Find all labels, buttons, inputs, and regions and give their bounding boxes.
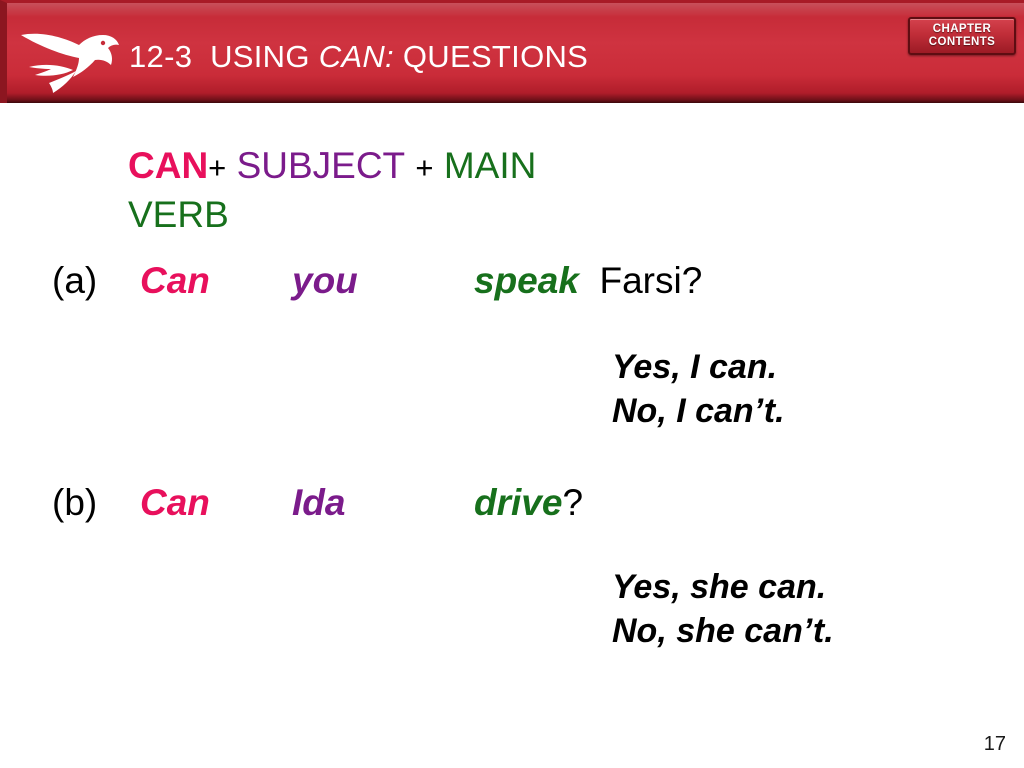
example-a-answer-yes: Yes, I can.: [612, 348, 778, 386]
page-title: 12-3 USING CAN: QUESTIONS: [129, 39, 588, 75]
formula-subject: SUBJECT: [236, 145, 406, 186]
page-number: 17: [983, 733, 1006, 755]
slide: 12-3 USING CAN: QUESTIONS CHAPTER CONTEN…: [0, 0, 1024, 768]
example-b-subject: Ida: [292, 482, 346, 523]
title-post: QUESTIONS: [402, 39, 589, 74]
formula-modal: CAN: [128, 145, 209, 186]
example-a-modal: Can: [140, 260, 210, 301]
slide-header-banner: 12-3 USING CAN: QUESTIONS CHAPTER CONTEN…: [0, 0, 1024, 103]
example-b-verb: drive: [474, 482, 563, 523]
chapter-contents-line2: CONTENTS: [928, 36, 996, 48]
example-b-answer-yes: Yes, she can.: [612, 568, 827, 606]
example-b-modal: Can: [140, 482, 210, 523]
example-a-subject: you: [292, 260, 358, 301]
example-b-answers: Yes, she can. No, she can’t.: [612, 565, 834, 653]
example-a-verb: speak: [474, 260, 579, 301]
grammar-formula: CAN+ SUBJECT + MAIN VERB: [128, 142, 628, 238]
chapter-contents-button[interactable]: CHAPTER CONTENTS: [908, 17, 1016, 55]
example-b-answer-no: No, she can’t.: [612, 612, 834, 650]
example-a-answers: Yes, I can. No, I can’t.: [612, 345, 785, 433]
unit-number: 12-3: [129, 39, 193, 74]
formula-plus-1: +: [208, 150, 227, 185]
formula-plus-2: +: [415, 150, 434, 185]
chapter-contents-line1: CHAPTER: [932, 23, 992, 35]
example-row-b: (b) Can Ida drive?: [52, 482, 583, 524]
example-a-answer-no: No, I can’t.: [612, 392, 785, 430]
title-pre: USING: [210, 39, 310, 74]
swallow-bird-icon: [19, 17, 123, 97]
example-a-rest: Farsi?: [599, 260, 703, 301]
title-italic-can: CAN:: [318, 39, 394, 74]
example-row-a: (a) Can you speak Farsi?: [52, 260, 702, 302]
example-a-label: (a): [52, 260, 98, 301]
example-b-rest: ?: [562, 482, 584, 523]
banner-sheen: [7, 3, 1024, 17]
example-b-label: (b): [52, 482, 98, 523]
